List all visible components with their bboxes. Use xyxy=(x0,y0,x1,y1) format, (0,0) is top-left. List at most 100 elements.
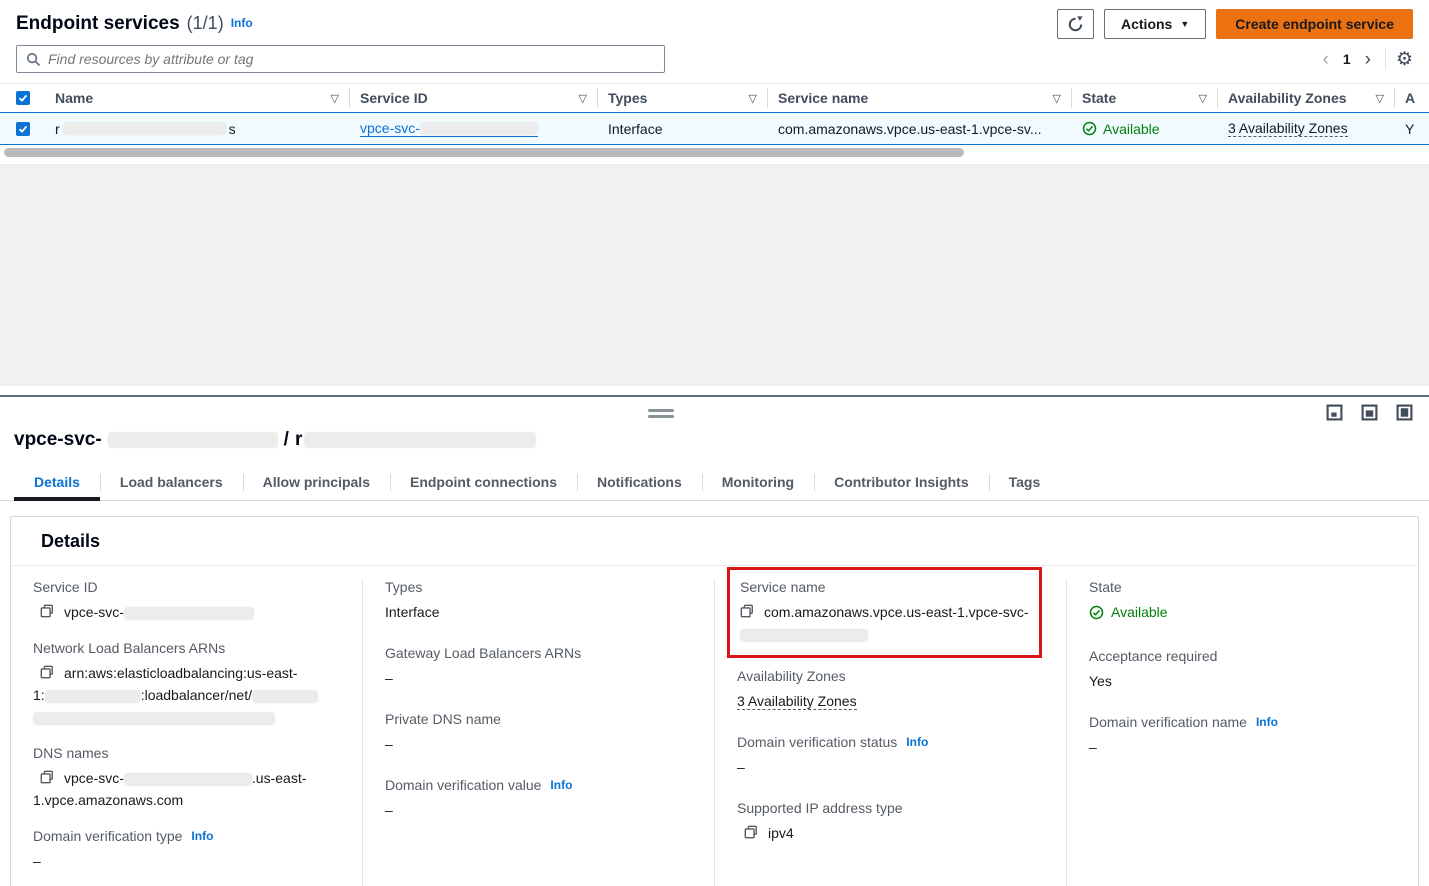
column-header-availability-zones[interactable]: Availability Zones xyxy=(1228,90,1376,106)
filter-icon[interactable]: ▽ xyxy=(1053,92,1061,105)
state-badge: Available xyxy=(1089,601,1168,623)
actions-button[interactable]: Actions ▼ xyxy=(1104,9,1206,39)
filter-icon[interactable]: ▽ xyxy=(579,92,587,105)
availability-zones-link[interactable]: 3 Availability Zones xyxy=(737,693,857,710)
search-box[interactable] xyxy=(16,45,665,73)
chevron-down-icon: ▼ xyxy=(1180,19,1189,29)
details-column-2: Types Interface Gateway Load Balancers A… xyxy=(362,579,714,886)
details-card: Details Service ID vpce-svc- xyxy=(10,516,1419,886)
column-header-name[interactable]: Name xyxy=(55,90,331,106)
split-panel-drag-handle[interactable] xyxy=(648,409,674,421)
redacted-text xyxy=(45,690,141,703)
redacted-text xyxy=(420,122,538,135)
panel-position-bottom-icon[interactable] xyxy=(1361,404,1378,421)
next-page-button[interactable]: › xyxy=(1365,50,1371,69)
copy-icon[interactable] xyxy=(40,604,54,618)
panel-position-bottom-small-icon[interactable] xyxy=(1326,404,1343,421)
tab-endpoint-connections[interactable]: Endpoint connections xyxy=(390,467,577,500)
horizontal-scrollbar xyxy=(0,147,1429,159)
split-panel: vpce-svc- / r Details Load balancers All… xyxy=(0,395,1429,886)
detail-tabs: Details Load balancers Allow principals … xyxy=(0,467,1429,501)
service-id-link[interactable]: vpce-svc- xyxy=(360,120,538,137)
redacted-text xyxy=(124,773,252,786)
cell-types: Interface xyxy=(598,121,768,137)
toolbar: ‹ 1 › ⚙ xyxy=(0,41,1429,83)
details-column-1: Service ID vpce-svc- Network Load Balanc… xyxy=(11,579,362,886)
redacted-text xyxy=(740,629,868,642)
field-domain-verification-status: Domain verification statusInfo – xyxy=(737,734,1042,778)
info-link[interactable]: Info xyxy=(191,829,213,843)
table-row[interactable]: rs vpce-svc- Interface com.amazonaws.vpc… xyxy=(0,112,1429,145)
info-link[interactable]: Info xyxy=(906,735,928,749)
state-badge: Available xyxy=(1082,121,1160,137)
content-background xyxy=(0,165,1429,386)
tab-notifications[interactable]: Notifications xyxy=(577,467,702,500)
tab-details[interactable]: Details xyxy=(14,467,100,500)
tab-load-balancers[interactable]: Load balancers xyxy=(100,467,243,500)
details-column-3: Service name com.amazonaws.vpce.us-east-… xyxy=(714,579,1066,886)
redacted-text xyxy=(63,122,226,135)
redacted-text xyxy=(108,432,278,448)
field-state: State Available xyxy=(1089,579,1394,626)
column-header-types[interactable]: Types xyxy=(608,90,749,106)
check-circle-icon xyxy=(1089,605,1104,620)
create-endpoint-service-button[interactable]: Create endpoint service xyxy=(1216,9,1413,39)
filter-icon[interactable]: ▽ xyxy=(1376,92,1384,105)
field-service-name-highlighted: Service name com.amazonaws.vpce.us-east-… xyxy=(727,567,1042,658)
horizontal-scrollbar-thumb[interactable] xyxy=(4,148,964,157)
settings-gear-icon[interactable]: ⚙ xyxy=(1396,50,1413,69)
tab-monitoring[interactable]: Monitoring xyxy=(702,467,814,500)
split-panel-position-controls xyxy=(1326,404,1413,421)
cell-acceptance: Y xyxy=(1395,121,1429,137)
copy-icon[interactable] xyxy=(744,825,758,839)
field-service-id: Service ID vpce-svc- xyxy=(33,579,338,623)
filter-icon[interactable]: ▽ xyxy=(749,92,757,105)
page-header: Endpoint services (1/1) Info Actions ▼ C… xyxy=(0,0,1429,41)
table-header-row: Name▽ Service ID▽ Types▽ Service name▽ S… xyxy=(0,83,1429,112)
title-info-link[interactable]: Info xyxy=(231,16,253,30)
previous-page-button[interactable]: ‹ xyxy=(1323,50,1329,69)
field-supported-ip: Supported IP address type ipv4 xyxy=(737,800,1042,844)
select-all-checkbox[interactable] xyxy=(16,91,30,105)
copy-icon[interactable] xyxy=(40,665,54,679)
copy-icon[interactable] xyxy=(40,770,54,784)
column-header-service-id[interactable]: Service ID xyxy=(360,90,579,106)
details-column-4: State Available Accept xyxy=(1066,579,1418,886)
tab-tags[interactable]: Tags xyxy=(989,467,1061,500)
current-page[interactable]: 1 xyxy=(1343,51,1351,67)
check-circle-icon xyxy=(1082,121,1097,136)
field-acceptance-required: Acceptance required Yes xyxy=(1089,648,1394,692)
column-header-service-name[interactable]: Service name xyxy=(778,90,1053,106)
details-card-heading: Details xyxy=(11,517,1418,566)
refresh-button[interactable] xyxy=(1057,9,1094,39)
field-domain-verification-name: Domain verification nameInfo – xyxy=(1089,714,1394,758)
filter-icon[interactable]: ▽ xyxy=(1199,92,1207,105)
pagination: ‹ 1 › xyxy=(1323,50,1371,69)
column-header-acceptance: A xyxy=(1405,90,1429,106)
filter-icon[interactable]: ▽ xyxy=(331,92,339,105)
endpoint-services-page: Endpoint services (1/1) Info Actions ▼ C… xyxy=(0,0,1429,886)
info-link[interactable]: Info xyxy=(1256,715,1278,729)
info-link[interactable]: Info xyxy=(550,778,572,792)
field-dns-names: DNS names vpce-svc-.us-east- 1.vpce.amaz… xyxy=(33,745,338,811)
redacted-text xyxy=(304,432,536,448)
divider xyxy=(1385,48,1386,70)
tab-contributor-insights[interactable]: Contributor Insights xyxy=(814,467,989,500)
redacted-text xyxy=(124,607,254,620)
refresh-icon xyxy=(1067,16,1084,33)
search-input[interactable] xyxy=(48,51,655,67)
field-glb-arns: Gateway Load Balancers ARNs – xyxy=(385,645,690,689)
column-header-state[interactable]: State xyxy=(1082,90,1199,106)
row-checkbox[interactable] xyxy=(16,122,30,136)
availability-zones-link[interactable]: 3 Availability Zones xyxy=(1228,120,1348,137)
page-title: Endpoint services xyxy=(16,13,180,35)
cell-service-name: com.amazonaws.vpce.us-east-1.vpce-sv... xyxy=(768,121,1072,137)
copy-icon[interactable] xyxy=(740,604,754,618)
panel-position-side-icon[interactable] xyxy=(1396,404,1413,421)
tab-allow-principals[interactable]: Allow principals xyxy=(243,467,390,500)
field-domain-verification-type: Domain verification typeInfo – xyxy=(33,828,338,872)
field-availability-zones: Availability Zones 3 Availability Zones xyxy=(737,668,1042,712)
redacted-text xyxy=(252,690,318,703)
redacted-text xyxy=(33,712,275,725)
resource-count: (1/1) xyxy=(187,13,224,34)
